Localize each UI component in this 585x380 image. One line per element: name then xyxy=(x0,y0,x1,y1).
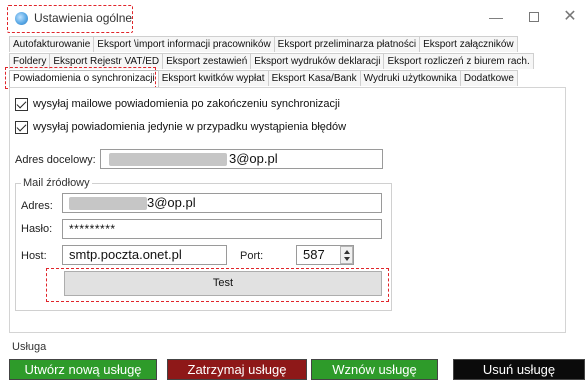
tab-eksport-rozliczen[interactable]: Eksport rozliczeń z biurem rach. xyxy=(383,53,534,69)
option-only-errors[interactable]: wysyłaj powiadomienia jedynie w przypadk… xyxy=(15,119,346,135)
highlight-active-tab xyxy=(5,67,156,89)
password-label: Hasło: xyxy=(21,223,53,235)
minimize-button[interactable]: — xyxy=(486,9,506,25)
source-address-value: 3@op.pl xyxy=(147,195,196,210)
stop-service-button[interactable]: Zatrzymaj usługę xyxy=(167,359,307,380)
spin-up-icon[interactable] xyxy=(344,250,350,254)
tab-eksport-preliminarza[interactable]: Eksport przeliminarza płatności xyxy=(273,36,421,52)
tab-eksport-import-pracownikow[interactable]: Eksport \import informacji pracowników xyxy=(93,36,275,52)
port-label: Port: xyxy=(240,250,264,262)
create-service-button[interactable]: Utwórz nową usługę xyxy=(9,359,157,380)
only-errors-label: wysyłaj powiadomienia jedynie w przypadk… xyxy=(33,121,347,133)
tab-eksport-kasa-bank[interactable]: Eksport Kasa/Bank xyxy=(267,70,361,86)
port-spin-buttons[interactable] xyxy=(340,246,353,264)
port-value: 587 xyxy=(303,247,325,262)
only-errors-checkbox[interactable] xyxy=(15,120,28,134)
tab-wydruki-uzytkownika[interactable]: Wydruki użytkownika xyxy=(359,70,461,86)
delete-service-button[interactable]: Usuń usługę xyxy=(453,359,585,380)
maximize-button[interactable] xyxy=(524,9,544,25)
source-address-input[interactable]: 3@op.pl xyxy=(62,193,382,213)
title-bar: Ustawienia ogólne — ✕ xyxy=(0,0,585,34)
service-label: Usługa xyxy=(12,341,47,353)
tab-eksport-wydrukow-deklaracji[interactable]: Eksport wydruków deklaracji xyxy=(250,53,385,69)
tab-eksport-zestawien[interactable]: Eksport zestawień xyxy=(162,53,252,69)
send-email-checkbox[interactable] xyxy=(15,97,28,111)
tab-eksport-kwitkow-wyplat[interactable]: Eksport kwitków wypłat xyxy=(157,70,269,86)
close-button[interactable]: ✕ xyxy=(560,9,580,25)
send-email-label: wysyłaj mailowe powiadomienia po zakończ… xyxy=(33,98,340,110)
highlight-test-button xyxy=(46,268,389,302)
target-address-label: Adres docelowy: xyxy=(15,154,96,166)
spin-down-icon[interactable] xyxy=(344,257,350,261)
target-address-value: 3@op.pl xyxy=(229,151,278,166)
target-address-input[interactable]: 3@op.pl xyxy=(100,149,383,169)
maximize-icon xyxy=(529,12,539,22)
tab-dodatkowe[interactable]: Dodatkowe xyxy=(459,70,518,86)
tab-autofakturowanie[interactable]: Autofakturowanie xyxy=(9,36,95,52)
host-input[interactable]: smtp.poczta.onet.pl xyxy=(62,245,227,265)
password-input[interactable]: ********* xyxy=(62,219,382,239)
option-send-email[interactable]: wysyłaj mailowe powiadomienia po zakończ… xyxy=(15,96,340,112)
source-address-label: Adres: xyxy=(21,200,53,212)
tab-row-1: Autofakturowanie Eksport \import informa… xyxy=(9,36,518,52)
tab-eksport-zalacznikow[interactable]: Eksport załączników xyxy=(419,36,518,52)
password-value: ********* xyxy=(69,222,116,236)
redacted-block xyxy=(109,153,227,166)
source-mail-title: Mail źródłowy xyxy=(21,177,92,189)
redacted-block xyxy=(69,197,147,210)
host-label: Host: xyxy=(21,250,47,262)
resume-service-button[interactable]: Wznów usługę xyxy=(311,359,438,380)
host-value: smtp.poczta.onet.pl xyxy=(69,247,182,262)
highlight-window-title xyxy=(7,5,133,33)
